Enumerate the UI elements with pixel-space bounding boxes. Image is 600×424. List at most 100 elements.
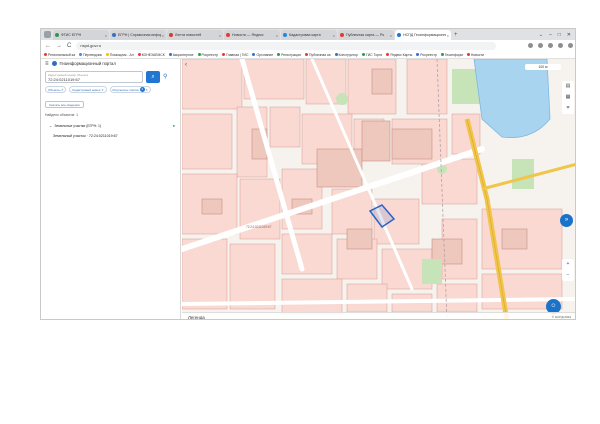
tab[interactable]: Новости — Яндекс × (224, 30, 280, 40)
bookmark-item[interactable]: Яндекс Карты (386, 53, 412, 57)
bookmark-favicon-icon (44, 53, 47, 56)
bookmark-favicon-icon (252, 53, 256, 56)
bookmark-label: Региональный ка (48, 52, 76, 57)
bookmark-item[interactable]: Новости (466, 52, 484, 57)
map-view[interactable]: 72:24:0211019:67 ‹ 100 м ▤ ▦ ⌗ » + − ☺ Л… (182, 59, 576, 320)
minimize-button[interactable]: – (549, 32, 552, 38)
chip-close-icon[interactable]: × (61, 88, 63, 92)
new-tab-button[interactable]: + (454, 31, 458, 39)
download-info-button[interactable]: Скачать все сведения (45, 101, 84, 108)
basemap-icon[interactable]: ▦ (562, 92, 574, 103)
download-icon[interactable] (548, 43, 553, 48)
zoom-out-button[interactable]: − (562, 270, 574, 281)
tab-close-icon[interactable]: × (105, 33, 107, 38)
bookmark-item[interactable]: Переводчик (79, 53, 102, 57)
left-panel: ≡ Геоинформационный портал Кадастровый н… (41, 59, 181, 319)
bookmark-item[interactable]: Главная | ГИС (222, 53, 248, 57)
chip-label: Результаты поиска (112, 87, 139, 92)
result-group-row[interactable]: ⌄ Земельные участки (ЕГРН: 1) ● (49, 123, 175, 128)
tab-close-icon[interactable]: × (447, 33, 449, 38)
tab-favicon-icon (397, 33, 401, 37)
tab[interactable]: Лента новостей × (167, 30, 223, 40)
reload-icon[interactable]: C (67, 43, 71, 49)
bookmark-item[interactable]: Регистрация (277, 53, 301, 57)
tab-close-icon[interactable]: × (333, 33, 335, 38)
bookmark-label: Яндекс Карты (390, 52, 413, 57)
bookmark-favicon-icon (277, 53, 281, 56)
tab-close-icon[interactable]: × (162, 33, 164, 38)
bookmark-label: Акционерное (172, 52, 194, 57)
map-canvas[interactable] (182, 59, 576, 320)
forward-arrow-icon[interactable]: → (56, 43, 62, 49)
bookmark-item[interactable]: Акционерное (168, 52, 194, 57)
search-icon: ⌕ (151, 74, 155, 80)
menu-icon[interactable] (568, 43, 573, 48)
extensions-icon[interactable] (538, 43, 543, 48)
result-group-label: Земельные участки (ЕГРН: 1) (54, 123, 102, 128)
tab[interactable]: ФГИС ЕГРН × (53, 30, 109, 40)
browser-window: ФГИС ЕГРН × ЕГРН | Справочная инфор × Лент… (40, 28, 576, 320)
filter-chip[interactable]: Объекты × (45, 86, 67, 93)
profile-avatar[interactable] (558, 43, 563, 48)
tab[interactable]: ЕГРН | Справочная инфор × (110, 30, 166, 40)
result-item[interactable]: Земельный участок · 72:24:0211019:67 (53, 134, 118, 138)
search-button[interactable]: ⌕ (146, 71, 160, 83)
chip-close-icon[interactable]: × (146, 88, 148, 92)
chip-close-icon[interactable]: × (101, 88, 103, 92)
tab-favicon-icon (226, 33, 230, 37)
bookmark-item[interactable]: КОНЕЗАЕМСК (137, 52, 165, 57)
map-scale: 100 м (525, 64, 561, 70)
tab[interactable]: Публичная карта — Ро × (338, 30, 394, 40)
tab-title: Кадастровая карта (289, 33, 321, 37)
legend-toggle[interactable]: Легенда (188, 315, 205, 320)
layers-icon[interactable]: ▤ (562, 81, 574, 92)
tab-close-icon[interactable]: × (219, 33, 221, 38)
bookmark-item[interactable]: Помощник - Ал (105, 53, 134, 57)
bookmark-item[interactable]: Региональный ка (44, 53, 75, 57)
bookmark-item[interactable]: Росреестр (416, 53, 437, 57)
bookmark-item[interactable]: Конструктор (334, 53, 358, 57)
bookmark-label: Оргзнание (256, 52, 274, 57)
bookmark-item[interactable]: Публичная ка (304, 53, 331, 57)
filter-chip[interactable]: Результаты поиска 3 × (109, 86, 151, 93)
bookmark-label: ГИС Торги (365, 52, 383, 57)
bookmark-favicon-icon (386, 53, 390, 56)
bookmark-label: Новости (470, 52, 484, 57)
hamburger-menu-icon[interactable]: ≡ (45, 61, 49, 67)
tab[interactable]: Кадастровая карта × (281, 30, 337, 40)
bookmark-item[interactable]: Геоинформ (440, 52, 463, 57)
bookmark-label: Регистрация (281, 52, 301, 57)
tab-search-icon[interactable]: ⌄ (539, 32, 543, 38)
filter-icon[interactable]: ⚲ (163, 71, 167, 83)
window-controls: ⌄ – □ ✕ (539, 30, 575, 40)
bookmark-item[interactable]: Оргзнание (252, 53, 273, 57)
url-input[interactable]: nspd.gov.ru (76, 41, 497, 50)
bookmark-favicon-icon (222, 53, 226, 56)
bookmark-label: КОНЕЗАЕМСК (141, 52, 165, 57)
tab-close-icon[interactable]: × (390, 33, 392, 38)
expand-tools-button[interactable]: » (560, 214, 573, 227)
tab-title: Публичная карта — Ро (346, 33, 385, 37)
collapse-panel-button[interactable]: ‹ (185, 62, 192, 69)
bookmark-favicon-icon (168, 53, 172, 56)
tab-actions-icon[interactable] (44, 31, 51, 38)
bookmark-label: Геоинформ (444, 52, 463, 57)
zoom-controls: + − (562, 259, 574, 281)
close-window-button[interactable]: ✕ (567, 32, 571, 38)
chevron-down-icon[interactable]: ⌄ (49, 123, 52, 128)
bookmark-star-icon[interactable] (528, 43, 533, 48)
measure-icon[interactable]: ⌗ (562, 103, 574, 114)
parcel-number-label: 72:24:0211019:67 (246, 225, 272, 229)
back-arrow-icon[interactable]: ← (45, 43, 51, 49)
filter-chip[interactable]: Кадастровый номер × (69, 86, 107, 93)
zoom-in-button[interactable]: + (562, 259, 574, 270)
bookmark-item[interactable]: Росреестр (197, 53, 218, 57)
tab-favicon-icon (169, 33, 173, 37)
bookmark-item[interactable]: ГИС Торги (361, 52, 383, 57)
tab-close-icon[interactable]: × (276, 33, 278, 38)
maximize-button[interactable]: □ (558, 32, 561, 38)
cadastral-search-input[interactable]: Кадастровый номер объекта 72:24:0211019:… (45, 71, 143, 83)
copyright-text: © НСПД 2024 (551, 315, 571, 319)
location-pin-icon[interactable]: ● (173, 123, 175, 128)
tab-active[interactable]: НСПД Геоинформационный портал× (395, 30, 451, 40)
